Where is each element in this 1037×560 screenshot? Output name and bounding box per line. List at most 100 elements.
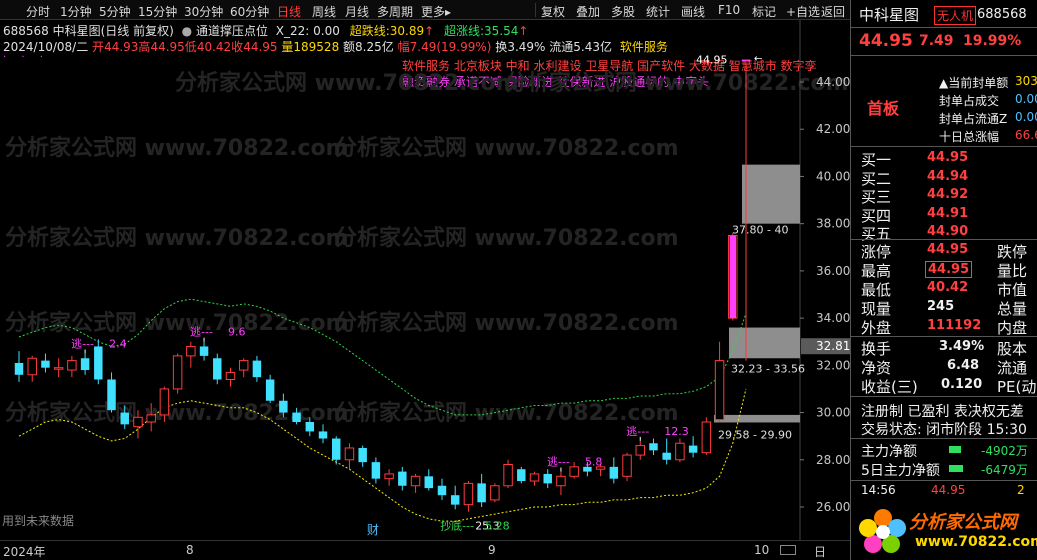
flow-bar [949,465,963,472]
escape-signal-value: 5.8 [585,456,603,469]
candle-body-up [238,360,249,371]
escape-signal-label: 逃--- [626,425,649,438]
candle-body-up [172,355,183,390]
tab-monthly[interactable]: 月线 [345,3,369,20]
tab-60min[interactable]: 60分钟 [230,3,269,20]
candle-body-up [133,416,143,428]
zone-box [714,414,800,423]
bid-price: 44.94 [927,168,969,184]
candle-body-up [225,371,236,380]
date-axis: 2024年 8 9 10 日 [0,540,850,560]
btn-stats[interactable]: 统计 [646,3,670,20]
y-tick-label: 44.00 [816,75,850,89]
candle-body-up [556,475,566,487]
btn-overlay[interactable]: 叠加 [576,3,600,20]
seal-label: ▲当前封单额 [939,76,1009,90]
watermark-text: 分析家公式网 www.70822.com [335,310,679,336]
btn-fuquan[interactable]: 复权 [541,3,565,20]
candle-body-up [410,475,421,487]
tab-5min[interactable]: 5分钟 [99,3,131,20]
watermark-text: 分析家公式网 www.70822.com [5,225,349,251]
stat-label: 最低 [861,281,892,299]
seal-label: 十日总涨幅 [939,130,1000,144]
stat-label-2: 内盘 [997,319,1028,337]
xlabel-0: 2024年 [3,545,46,559]
watermark-text: 分析家公式网 www.70822.com [335,135,679,161]
btn-multi-stock[interactable]: 多股 [611,3,635,20]
axis-mode-label[interactable]: 日 [814,543,826,560]
stat-label-2: 市值 [997,281,1028,299]
finance-marker-icon[interactable]: 财 [367,523,379,537]
tab-weekly[interactable]: 周线 [312,3,336,20]
tab-1min[interactable]: 1分钟 [60,3,92,20]
candle-body-down [265,379,275,401]
tab-more[interactable]: 更多▸ [421,3,451,20]
buy-signal-label: 抄底--- [440,519,474,533]
stat2-label: 换手 [861,340,892,358]
seal-value: 0.00 [1015,92,1037,106]
last-price: 44.95 [859,31,913,51]
candle-body-down [662,452,671,460]
candle-body-down [371,462,381,479]
tab-fenshi[interactable]: 分时 [26,3,50,20]
zone-label: 32.23 - 33.56 [731,362,805,375]
seal-label: 封单占流通Z [939,112,1008,126]
y-tick-label: 28.00 [816,453,850,467]
candle-body-down [199,346,209,356]
more-arrow-icon: ▸ [445,5,452,19]
candle-body-down [609,466,619,479]
btn-mark[interactable]: 标记 [752,3,776,20]
watermark-text: 分析家公式网 www.70822.com [335,225,679,251]
candle-body-down [279,400,288,413]
escape-signal-value: 12.3 [664,425,689,438]
board-status: 首板 [867,99,900,118]
candle-body-down [424,476,433,489]
candle-body-down [517,469,526,482]
stock-code: 688568 [977,7,1027,22]
candle-body-down [305,422,315,432]
tab-15min[interactable]: 15分钟 [138,3,177,20]
tab-30min[interactable]: 30分钟 [184,3,223,20]
candle-body-up [463,482,474,506]
tab-daily[interactable]: 日线 [277,3,301,20]
zoom-out-button[interactable] [780,545,796,555]
kline-chart[interactable]: 688568 中科星图(日线 前复权) ● 通道撑压点位 X_22: 0.00 … [0,20,850,540]
candle-body-down [292,412,301,422]
stat2-value: 0.120 [941,377,983,392]
escape-signal-label: 逃--- [547,456,570,469]
flow-label: 5日主力净额 [861,463,940,479]
tick-price: 44.95 [931,483,966,497]
stat-value: 44.95 [927,242,969,257]
y-tick-label: 36.00 [816,264,850,278]
candle-body-up [675,442,685,461]
flow-value: -4902万 [981,444,1028,458]
stat-label-2: 总量 [997,300,1028,318]
stat-label: 外盘 [861,319,892,337]
buy-signal-extra: 5.28 [485,520,510,533]
stat2-label-2: 股本 [997,340,1028,358]
candle-body-up [701,421,712,454]
escape-signal-value: 9.6 [228,326,246,339]
btn-back[interactable]: 返回 [821,3,845,20]
stat-label: 现量 [861,300,892,318]
seal-label: 封单占成交 [939,94,1000,108]
candle-body-up [503,464,513,487]
big-candle [729,235,737,319]
last-price-marker: 44.95 [696,54,728,67]
candle-body-down [543,473,552,484]
candle-body-up [622,454,632,477]
candle-body-up [714,360,725,421]
escape-signal-label: 逃--- [190,326,213,339]
btn-draw[interactable]: 画线 [681,3,705,20]
candle-body-up [53,367,64,370]
price-change: 7.49 [919,33,954,49]
stat2-label: 收益(三) [861,378,918,396]
tab-more-label: 更多 [421,5,446,19]
tab-multi-period[interactable]: 多周期 [377,3,413,20]
tag-badge[interactable]: 无人机 [934,6,977,25]
flow-bar [949,446,961,453]
btn-add-watchlist[interactable]: +自选 [786,3,820,20]
btn-f10[interactable]: F10 [718,3,740,17]
logo-text: 分析家公式网 [909,512,1017,533]
future-data-note: 用到未来数据 [2,514,75,528]
